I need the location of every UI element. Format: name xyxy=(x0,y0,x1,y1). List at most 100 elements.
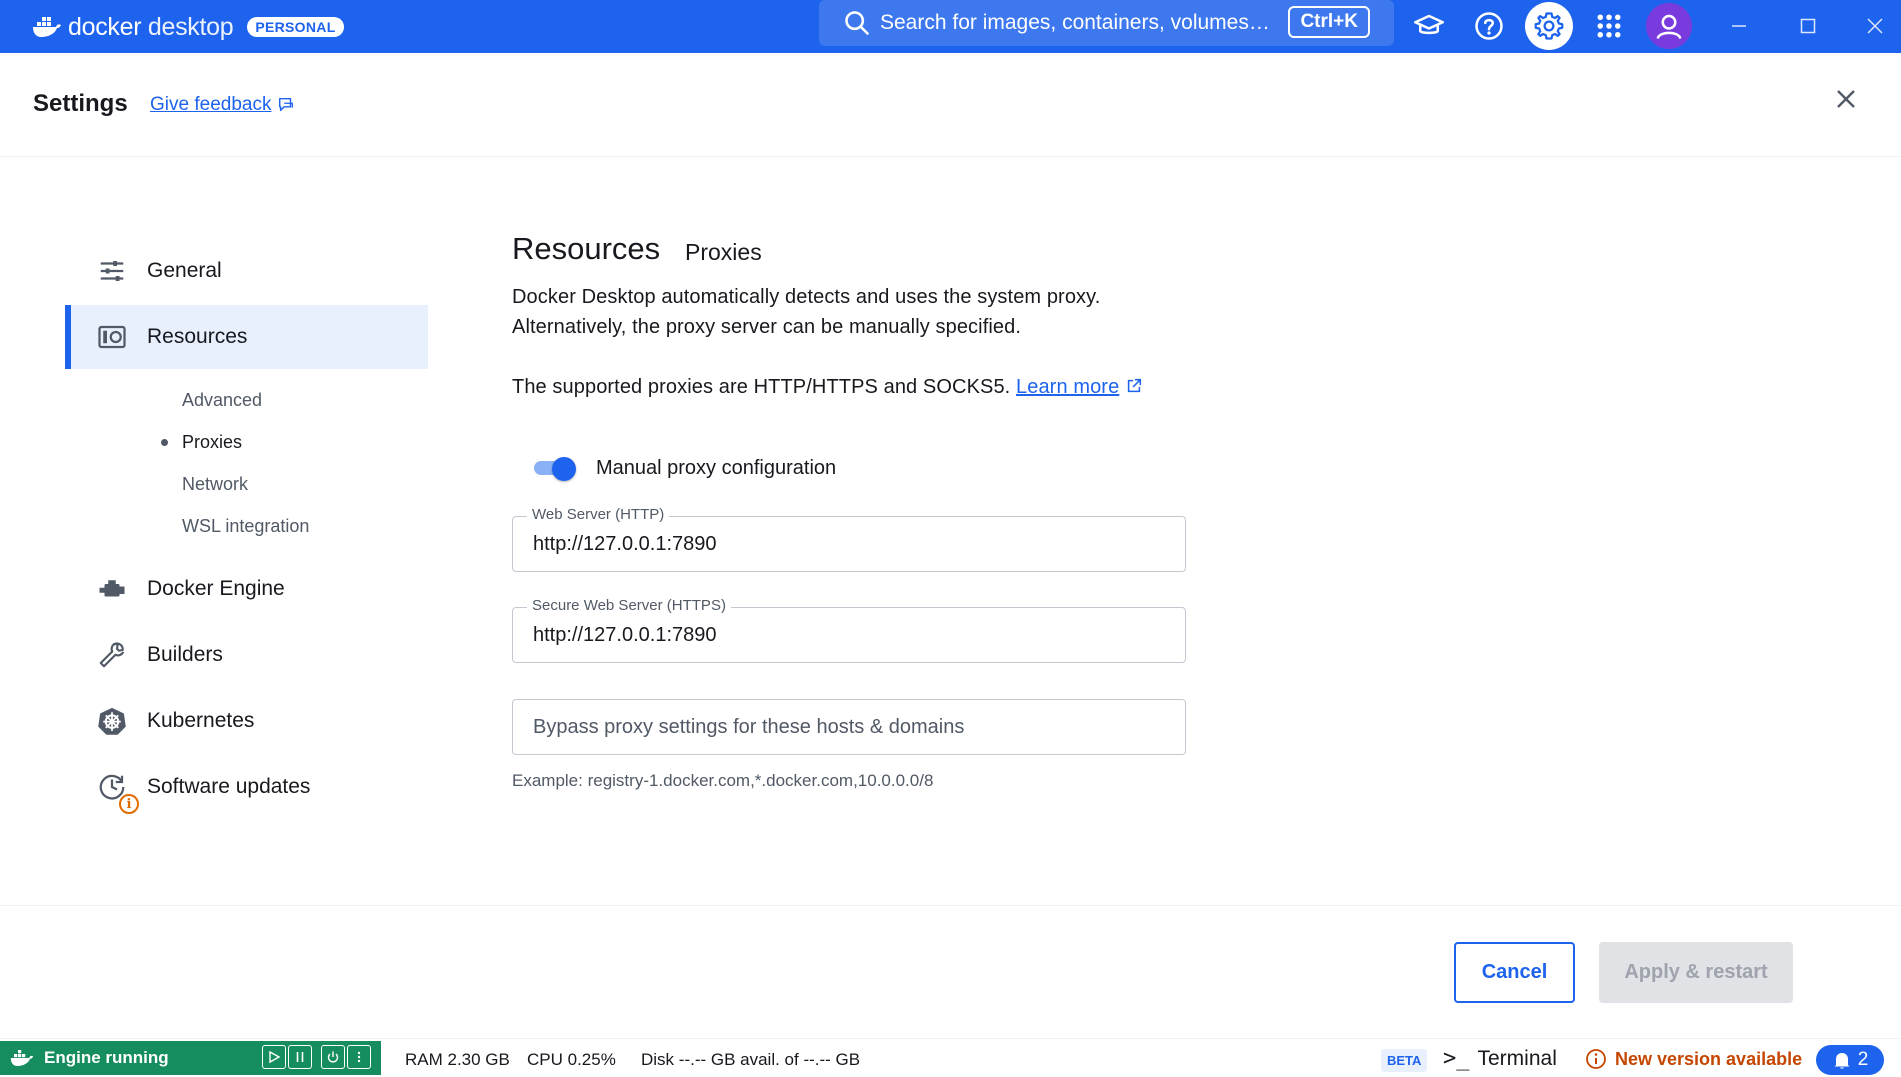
brand-name-light: desktop xyxy=(141,12,234,41)
engine-pause-button[interactable] xyxy=(288,1045,312,1069)
engine-power-button[interactable] xyxy=(321,1045,345,1069)
give-feedback-link[interactable]: Give feedback xyxy=(150,94,295,116)
learning-center-button[interactable] xyxy=(1407,4,1451,48)
new-version-link[interactable]: New version available xyxy=(1585,1048,1802,1070)
user-avatar-button[interactable] xyxy=(1646,3,1692,49)
status-bar: Engine running RAM 2.30 GB CPU 0.25% Dis… xyxy=(0,1038,1901,1077)
section-title: Resources xyxy=(512,231,661,266)
minimize-icon xyxy=(1732,25,1746,27)
disk-usage: Disk --.-- GB avail. of --.-- GB xyxy=(641,1050,861,1069)
play-icon xyxy=(269,1050,281,1064)
help-button[interactable] xyxy=(1467,4,1511,48)
search-shortcut-badge: Ctrl+K xyxy=(1288,6,1370,38)
window-maximize-button[interactable] xyxy=(1788,8,1828,44)
sidebar-item-docker-engine[interactable]: Docker Engine xyxy=(65,557,428,621)
engine-status-label: Engine running xyxy=(44,1048,169,1067)
sidebar-item-label: General xyxy=(147,259,222,282)
engine-status[interactable]: Engine running xyxy=(0,1041,381,1075)
sliders-icon xyxy=(95,254,129,288)
sidebar-item-label: Resources xyxy=(147,325,248,348)
engine-icon xyxy=(95,572,129,606)
apply-restart-button[interactable]: Apply & restart xyxy=(1599,942,1793,1003)
info-icon xyxy=(1586,1049,1606,1069)
window-close-button[interactable] xyxy=(1855,8,1895,44)
terminal-prompt-icon: >_ xyxy=(1443,1046,1470,1071)
sidebar-subitem-advanced[interactable]: Advanced xyxy=(182,390,262,411)
brand-name-strong: docker xyxy=(68,12,142,41)
terminal-label: Terminal xyxy=(1477,1046,1557,1070)
graduation-cap-icon xyxy=(1414,14,1444,35)
bell-icon xyxy=(1834,1053,1850,1069)
kubernetes-icon xyxy=(95,704,129,738)
close-icon xyxy=(1837,90,1855,108)
plan-badge: PERSONAL xyxy=(247,17,344,37)
toggle-knob xyxy=(552,457,576,481)
beta-badge: BETA xyxy=(1381,1049,1428,1072)
sidebar-subitem-network[interactable]: Network xyxy=(182,474,248,495)
sidebar-item-kubernetes[interactable]: Kubernetes xyxy=(65,689,428,753)
wrench-icon xyxy=(95,638,129,672)
give-feedback-label: Give feedback xyxy=(150,94,272,115)
search-icon xyxy=(845,11,869,35)
learn-more-link[interactable]: Learn more xyxy=(1016,376,1143,398)
update-available-icon: i xyxy=(119,794,139,814)
current-subitem-dot xyxy=(161,439,168,446)
engine-start-button[interactable] xyxy=(262,1045,286,1069)
user-icon xyxy=(1656,14,1682,40)
section-subtitle: Proxies xyxy=(685,239,762,265)
sidebar-item-general[interactable]: General xyxy=(65,239,428,303)
manual-proxy-label: Manual proxy configuration xyxy=(596,457,837,479)
sidebar-item-software-updates[interactable]: i Software updates xyxy=(65,755,428,819)
cancel-button[interactable]: Cancel xyxy=(1454,942,1575,1003)
sidebar-item-label: Software updates xyxy=(147,775,311,798)
close-icon xyxy=(1867,18,1883,34)
pause-icon xyxy=(296,1052,304,1062)
feedback-icon xyxy=(279,97,294,112)
http-proxy-input[interactable] xyxy=(513,517,1185,571)
description-line-1: Docker Desktop automatically detects and… xyxy=(512,286,1101,308)
engine-more-button[interactable] xyxy=(347,1045,371,1069)
supported-proxies-label: The supported proxies are HTTP/HTTPS and… xyxy=(512,376,1011,398)
sidebar-item-resources[interactable]: Resources xyxy=(65,305,428,369)
docker-whale-icon xyxy=(33,17,61,37)
extensions-grid-button[interactable] xyxy=(1587,4,1631,48)
close-settings-button[interactable] xyxy=(1828,81,1864,117)
sidebar-item-builders[interactable]: Builders xyxy=(65,623,428,687)
bypass-proxy-input[interactable] xyxy=(513,700,1185,754)
more-vertical-icon xyxy=(357,1051,361,1063)
terminal-button[interactable]: >_ Terminal xyxy=(1443,1046,1557,1071)
http-proxy-field: Web Server (HTTP) xyxy=(512,506,1186,572)
description-line-2: Alternatively, the proxy server can be m… xyxy=(512,316,1022,338)
sidebar-item-label: Docker Engine xyxy=(147,577,285,600)
docker-desktop-logo: docker desktop PERSONAL xyxy=(32,7,344,47)
help-icon xyxy=(1475,12,1503,40)
sidebar-item-label: Builders xyxy=(147,643,223,666)
cpu-usage: CPU 0.25% xyxy=(527,1050,616,1069)
manual-proxy-toggle[interactable] xyxy=(534,457,578,481)
settings-button[interactable] xyxy=(1525,2,1573,50)
https-proxy-input[interactable] xyxy=(513,608,1185,662)
notification-count: 2 xyxy=(1857,1049,1869,1070)
window-minimize-button[interactable] xyxy=(1719,8,1759,44)
bypass-proxy-field xyxy=(512,699,1186,755)
docker-whale-icon xyxy=(10,1050,34,1066)
maximize-icon xyxy=(1800,18,1816,34)
engine-controls xyxy=(262,1045,373,1069)
gear-icon xyxy=(1534,12,1564,40)
top-bar: docker desktop PERSONAL Search for image… xyxy=(0,0,1901,53)
sidebar-subitem-proxies[interactable]: Proxies xyxy=(182,432,242,453)
supported-proxies-text: The supported proxies are HTTP/HTTPS and… xyxy=(512,372,1143,402)
notifications-button[interactable]: 2 xyxy=(1816,1045,1884,1075)
sidebar-item-label: Kubernetes xyxy=(147,709,255,732)
global-search[interactable]: Search for images, containers, volumes… … xyxy=(819,0,1394,46)
page-title: Settings xyxy=(33,90,128,117)
https-proxy-field: Secure Web Server (HTTPS) xyxy=(512,597,1186,663)
resources-icon xyxy=(95,320,129,354)
new-version-label: New version available xyxy=(1615,1048,1803,1069)
bypass-example-hint: Example: registry-1.docker.com,*.docker.… xyxy=(512,771,934,790)
sidebar-subitem-wsl-integration[interactable]: WSL integration xyxy=(182,516,309,537)
settings-header: Settings Give feedback xyxy=(0,53,1901,157)
external-link-icon xyxy=(1128,378,1142,393)
search-placeholder: Search for images, containers, volumes… xyxy=(880,11,1270,34)
apps-grid-icon xyxy=(1597,14,1621,38)
